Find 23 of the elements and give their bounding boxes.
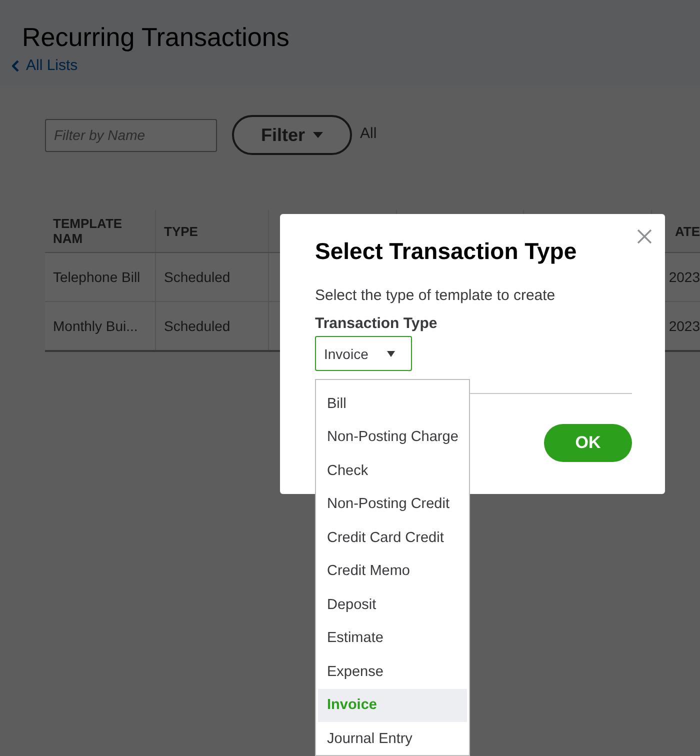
dialog-title: Select Transaction Type xyxy=(315,238,578,265)
field-label: Transaction Type xyxy=(315,315,438,332)
dropdown-option[interactable]: Credit Card Credit xyxy=(318,521,467,554)
dropdown-option[interactable]: Estimate xyxy=(318,622,467,655)
dropdown-option[interactable]: Non-Posting Credit xyxy=(318,488,467,521)
filter-value: All xyxy=(360,124,377,142)
table-cell: Monthly Bui... xyxy=(45,302,156,351)
dropdown-option[interactable]: Non-Posting Charge xyxy=(318,420,467,454)
table-cell: Scheduled xyxy=(156,252,268,302)
transaction-type-select[interactable]: Invoice xyxy=(315,336,412,371)
page-title: Recurring Transactions xyxy=(22,22,290,53)
dropdown-option[interactable]: Expense xyxy=(318,655,467,688)
dropdown-option[interactable]: Credit Memo xyxy=(318,554,467,588)
table-cell: Telephone Bill xyxy=(45,252,156,302)
dropdown-option[interactable]: Check xyxy=(318,454,467,488)
dropdown-option[interactable]: Journal Entry xyxy=(318,722,467,755)
dropdown-option[interactable]: Bill xyxy=(318,387,467,420)
dropdown-option[interactable]: Deposit xyxy=(318,588,467,622)
caret-icon xyxy=(313,132,324,138)
table-cell: Scheduled xyxy=(156,302,268,351)
chevron-left-icon xyxy=(12,60,20,72)
close-icon[interactable] xyxy=(637,229,652,244)
dialog-subtitle: Select the type of template to create xyxy=(315,287,556,304)
